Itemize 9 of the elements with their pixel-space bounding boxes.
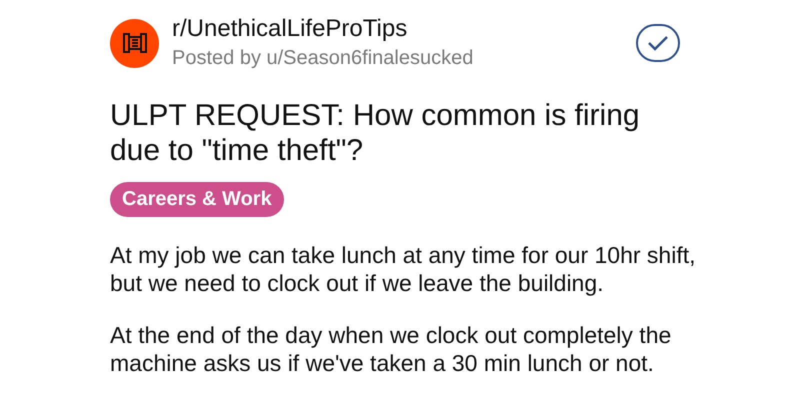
subreddit-name[interactable]: r/UnethicalLifeProTips <box>172 14 474 44</box>
subreddit-avatar-icon <box>110 18 159 68</box>
post-author: Posted by u/Season6finalesucked <box>172 46 474 71</box>
flair-tag[interactable]: Careers & Work <box>110 182 284 217</box>
post-paragraph: At my job we can take lunch at any time for our 10hr shift, but we need to clock out if we leave the building. <box>110 241 697 297</box>
joined-button[interactable] <box>636 24 680 62</box>
post-title: ULPT REQUEST: How common is firing due to "time theft"? <box>110 98 641 168</box>
post-paragraph: At the end of the day when we clock out completely the machine asks us if we've taken a 30 min lunch or not. <box>110 321 672 377</box>
check-icon <box>647 35 669 51</box>
